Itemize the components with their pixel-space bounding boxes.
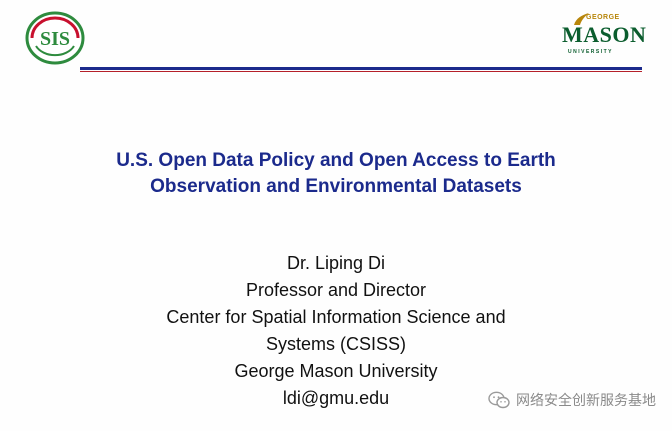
header-rule-blue [80, 67, 642, 70]
mason-logo-george: GEORGE [586, 14, 620, 21]
slide-title-line-1: U.S. Open Data Policy and Open Access to… [116, 150, 556, 171]
watermark: 网络安全创新服务基地 [488, 390, 656, 410]
csiss-logo: SIS [25, 11, 85, 65]
george-mason-logo: GEORGE MASON UNIVERSITY [556, 12, 646, 66]
csiss-logo-text: SIS [40, 28, 70, 50]
wechat-icon [488, 391, 510, 409]
author-block: Dr. Liping Di Professor and Director Cen… [100, 250, 572, 412]
author-university: George Mason University [234, 361, 438, 381]
author-role: Professor and Director [245, 280, 427, 300]
slide: SIS GEORGE MASON UNIVERSITY U.S. Open Da… [0, 0, 672, 431]
author-center-line-2: Systems (CSISS) [265, 334, 407, 354]
slide-title: U.S. Open Data Policy and Open Access to… [40, 148, 632, 200]
author-center-line-1: Center for Spatial Information Science a… [166, 307, 506, 327]
mason-logo-university: UNIVERSITY [568, 49, 614, 55]
watermark-text: 网络安全创新服务基地 [516, 393, 656, 409]
mason-logo-mason: MASON [562, 22, 647, 47]
slide-title-line-2: Observation and Environmental Datasets [150, 176, 522, 197]
header-rule-red [80, 71, 642, 72]
author-name: Dr. Liping Di [286, 253, 386, 273]
